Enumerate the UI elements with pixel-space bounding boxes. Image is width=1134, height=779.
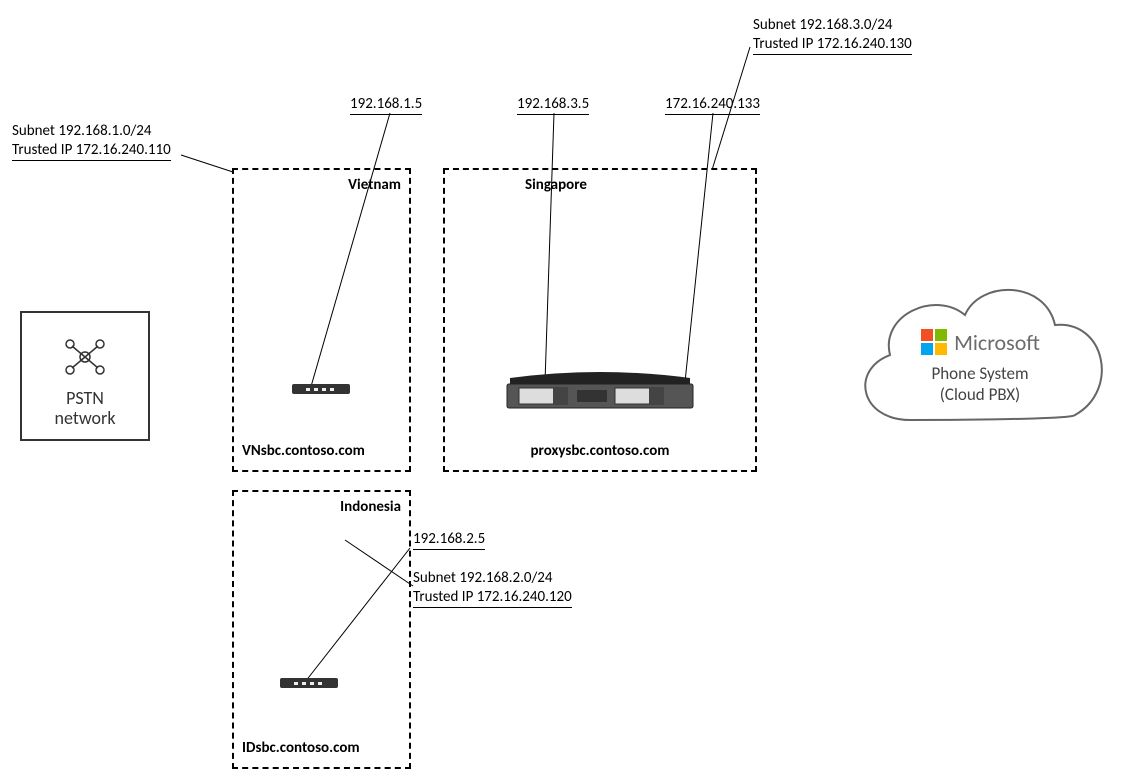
singapore-subnet-text: Subnet 192.168.3.0/24 (753, 16, 912, 35)
cloud-content: Microsoft Phone System (Cloud PBX) (840, 328, 1120, 405)
microsoft-logo-icon (920, 328, 948, 356)
proxy-sbc-icon (505, 366, 695, 416)
cloud-brand: Microsoft (954, 329, 1040, 356)
site-title-singapore: Singapore (525, 176, 587, 194)
vietnam-subnet-text: Subnet 192.168.1.0/24 (12, 122, 171, 141)
site-box-vietnam: Vietnam VNsbc.contoso.com (232, 168, 411, 472)
indonesia-trusted-text: Trusted IP 172.16.240.120 (413, 588, 572, 608)
singapore-trusted-text: Trusted IP 172.16.240.130 (753, 35, 912, 55)
indonesia-subnet-trusted-label: Subnet 192.168.2.0/24 Trusted IP 172.16.… (413, 569, 572, 608)
cloud-microsoft-phone-system: Microsoft Phone System (Cloud PBX) (840, 250, 1120, 460)
indonesia-domain: IDsbc.contoso.com (242, 739, 360, 757)
cloud-line2: (Cloud PBX) (840, 384, 1120, 405)
pstn-label: PSTN network (55, 388, 116, 429)
singapore-subnet-trusted-label: Subnet 192.168.3.0/24 Trusted IP 172.16.… (753, 16, 912, 55)
diagram-canvas: Subnet 192.168.1.0/24 Trusted IP 172.16.… (0, 0, 1134, 779)
vietnam-domain: VNsbc.contoso.com (242, 442, 365, 460)
network-icon (60, 332, 110, 382)
pstn-network-box: PSTN network (20, 311, 150, 441)
vietnam-subnet-trusted-label: Subnet 192.168.1.0/24 Trusted IP 172.16.… (12, 122, 171, 161)
indonesia-subnet-text: Subnet 192.168.2.0/24 (413, 569, 572, 588)
singapore-external-ip-label: 172.16.240.133 (665, 95, 760, 115)
site-box-indonesia: Indonesia IDsbc.contoso.com (232, 490, 411, 769)
sbc-device-icon (292, 384, 350, 394)
site-title-vietnam: Vietnam (348, 176, 401, 194)
vietnam-trusted-text: Trusted IP 172.16.240.110 (12, 141, 171, 161)
site-title-indonesia: Indonesia (340, 498, 401, 516)
cloud-line1: Phone System (840, 363, 1120, 384)
vietnam-ip-label: 192.168.1.5 (350, 95, 422, 115)
singapore-proxy-ip-label: 192.168.3.5 (517, 95, 589, 115)
sbc-device-icon (280, 678, 338, 688)
singapore-domain: proxysbc.contoso.com (445, 442, 755, 460)
indonesia-ip-label: 192.168.2.5 (413, 530, 485, 550)
site-box-singapore: Singapore proxysbc.contoso.com (443, 168, 757, 472)
